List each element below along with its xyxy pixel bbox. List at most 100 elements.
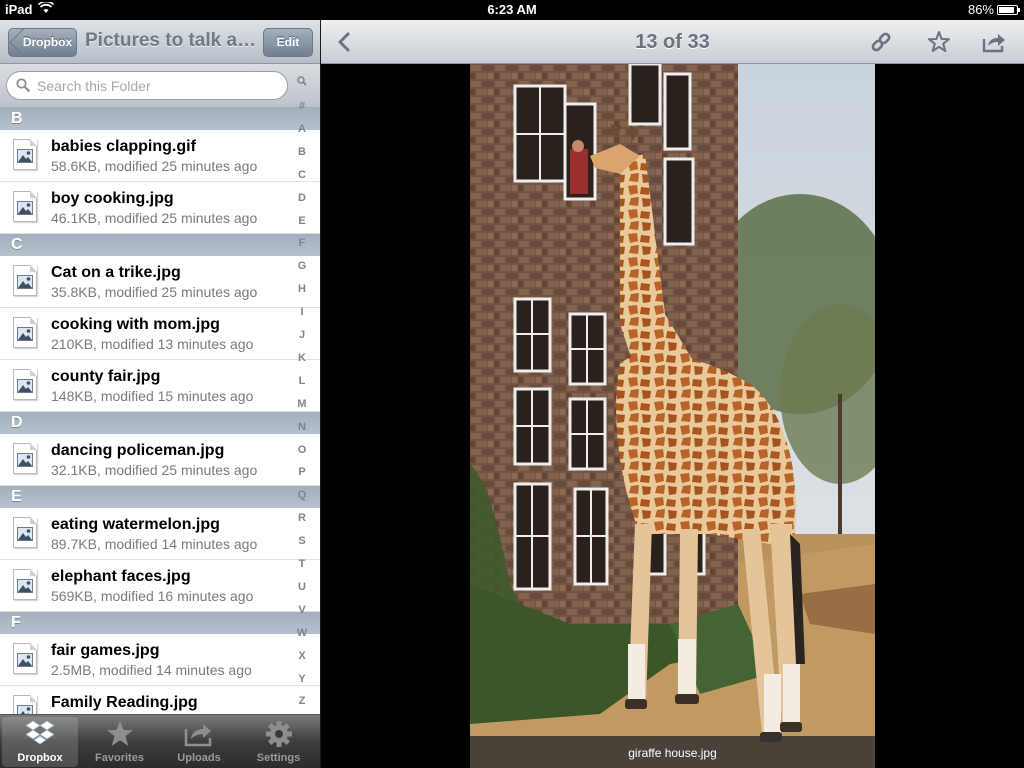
section-header: D	[0, 412, 320, 434]
star-icon[interactable]	[926, 29, 952, 55]
battery-percent: 86%	[967, 2, 994, 17]
file-meta: 148KB, modified 15 minutes ago	[51, 388, 254, 404]
file-meta: 89.7KB, modified 14 minutes ago	[51, 536, 258, 552]
index-letter[interactable]: R	[289, 512, 315, 524]
index-letter[interactable]: J	[289, 329, 315, 341]
index-letter[interactable]: I	[289, 306, 315, 318]
tab-settings[interactable]: Settings	[241, 717, 317, 767]
section-index[interactable]: # A B C D E F G H I J K L M N O P Q R S T U V W X Y Z	[289, 72, 315, 712]
image-file-icon	[13, 569, 37, 600]
tab-label: Settings	[256, 752, 301, 764]
tab-favorites[interactable]: Favorites	[82, 717, 158, 767]
search-icon	[16, 78, 30, 97]
index-letter[interactable]: C	[289, 169, 315, 181]
link-icon[interactable]	[868, 29, 894, 55]
tab-dropbox[interactable]: Dropbox	[2, 717, 78, 767]
index-letter[interactable]: H	[289, 283, 315, 295]
folder-title: Pictures to talk about	[85, 30, 257, 51]
edit-button[interactable]: Edit	[263, 28, 313, 57]
image-file-icon	[13, 443, 37, 474]
viewer-toolbar: 13 of 33	[321, 20, 1024, 64]
index-letter[interactable]: B	[289, 146, 315, 158]
image-file-icon	[13, 191, 37, 222]
index-letter[interactable]: K	[289, 352, 315, 364]
file-row[interactable]: Cat on a trike.jpg 35.8KB, modified 25 mi…	[0, 256, 320, 308]
index-letter[interactable]: U	[289, 581, 315, 593]
image-file-icon	[13, 265, 37, 296]
file-name: Cat on a trike.jpg	[51, 264, 181, 281]
search-input[interactable]	[37, 77, 277, 95]
file-row[interactable]: fair games.jpg 2.5MB, modified 14 minutes…	[0, 634, 320, 686]
index-letter[interactable]: A	[289, 123, 315, 135]
index-letter[interactable]: Q	[289, 489, 315, 501]
file-browser-panel: Dropbox Pictures to talk about Edit Bbab…	[0, 20, 320, 768]
clock: 6:23 AM	[487, 2, 537, 17]
file-name: fair games.jpg	[51, 642, 160, 659]
image-file-icon	[13, 517, 37, 548]
index-letter[interactable]: F	[289, 237, 315, 249]
section-header: F	[0, 612, 320, 634]
image-file-icon	[13, 317, 37, 348]
index-letter[interactable]: G	[289, 260, 315, 272]
section-header: C	[0, 234, 320, 256]
file-row[interactable]: cooking with mom.jpg 210KB, modified 13 m…	[0, 308, 320, 360]
file-row[interactable]: eating watermelon.jpg 89.7KB, modified 14…	[0, 508, 320, 560]
index-letter[interactable]: S	[289, 535, 315, 547]
index-letter[interactable]: Y	[289, 673, 315, 685]
file-row[interactable]: elephant faces.jpg 569KB, modified 16 min…	[0, 560, 320, 612]
image-file-icon	[13, 139, 37, 170]
index-letter[interactable]: Z	[289, 695, 315, 707]
index-search-icon[interactable]	[289, 76, 315, 89]
index-letter[interactable]: W	[289, 627, 315, 639]
index-letter[interactable]: D	[289, 192, 315, 204]
file-meta: 58.6KB, modified 25 minutes ago	[51, 158, 258, 174]
file-name: eating watermelon.jpg	[51, 516, 220, 533]
index-letter[interactable]: T	[289, 558, 315, 570]
index-letter[interactable]: M	[289, 398, 315, 410]
navigation-bar: Dropbox Pictures to talk about Edit	[0, 20, 320, 64]
index-letter[interactable]: O	[289, 444, 315, 456]
image-file-icon	[13, 643, 37, 674]
file-name: elephant faces.jpg	[51, 568, 191, 585]
index-letter[interactable]: V	[289, 604, 315, 616]
page-counter: 13 of 33	[635, 31, 710, 53]
index-letter[interactable]: P	[289, 466, 315, 478]
image-file-icon	[13, 695, 37, 714]
index-letter[interactable]: #	[289, 100, 315, 112]
image-file-icon	[13, 369, 37, 400]
section-header: B	[0, 108, 320, 130]
search-field[interactable]	[6, 71, 288, 100]
file-meta: 32.1KB, modified 25 minutes ago	[51, 462, 258, 478]
tab-bar: Dropbox Favorites Uploads Settings	[0, 714, 320, 768]
file-name: Family Reading.jpg	[51, 694, 198, 711]
index-letter[interactable]: N	[289, 421, 315, 433]
file-name: county fair.jpg	[51, 368, 161, 385]
index-letter[interactable]: E	[289, 215, 315, 227]
battery-icon	[997, 5, 1020, 15]
file-list: Bbabies clapping.gif 58.6KB, modified 25 …	[0, 108, 320, 714]
file-row[interactable]: county fair.jpg 148KB, modified 15 minute…	[0, 360, 320, 412]
file-meta: 210KB, modified 13 minutes ago	[51, 336, 254, 352]
file-meta: 569KB, modified 16 minutes ago	[51, 588, 254, 604]
section-header: E	[0, 486, 320, 508]
status-bar: iPad 6:23 AM 86%	[0, 0, 1024, 20]
photo-caption: giraffe house.jpg	[628, 746, 717, 760]
back-button[interactable]: Dropbox	[8, 28, 77, 57]
file-row[interactable]: babies clapping.gif 58.6KB, modified 25 m…	[0, 130, 320, 182]
file-name: cooking with mom.jpg	[51, 316, 220, 333]
index-letter[interactable]: L	[289, 375, 315, 387]
giraffe-photo[interactable]	[470, 64, 875, 768]
tab-label: Dropbox	[17, 752, 63, 764]
tab-label: Favorites	[95, 752, 144, 764]
file-meta: 2.5MB, modified 14 minutes ago	[51, 662, 252, 678]
file-row[interactable]: dancing policeman.jpg 32.1KB, modified 25…	[0, 434, 320, 486]
caption-bar: giraffe house.jpg	[470, 736, 875, 768]
file-row[interactable]: Family Reading.jpg	[0, 686, 320, 714]
index-letter[interactable]: X	[289, 650, 315, 662]
battery-fill	[999, 7, 1014, 13]
share-icon[interactable]	[981, 29, 1007, 55]
file-row[interactable]: boy cooking.jpg 46.1KB, modified 25 minut…	[0, 182, 320, 234]
search-bar	[0, 64, 320, 108]
tab-uploads[interactable]: Uploads	[161, 717, 237, 767]
file-meta: 46.1KB, modified 25 minutes ago	[51, 210, 258, 226]
